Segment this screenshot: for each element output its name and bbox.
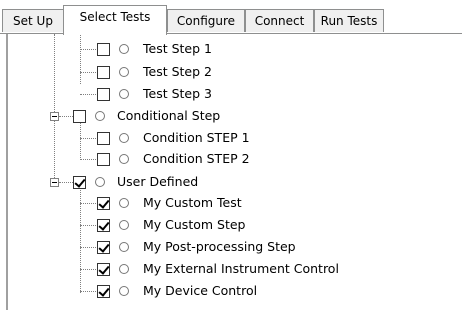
checkbox-icon[interactable] — [97, 263, 110, 276]
radio-icon[interactable] — [119, 264, 129, 274]
checkbox-icon[interactable] — [97, 88, 110, 101]
radio-icon[interactable] — [119, 89, 129, 99]
radio-icon[interactable] — [119, 133, 129, 143]
checkbox-icon[interactable] — [97, 66, 110, 79]
tree-line — [80, 247, 96, 248]
checkbox-icon[interactable] — [73, 110, 86, 123]
radio-icon[interactable] — [95, 177, 105, 187]
tree-item-label[interactable]: My Custom Test — [143, 195, 242, 210]
tree-item-label[interactable]: Test Step 1 — [143, 41, 212, 56]
checkbox-icon[interactable] — [73, 176, 86, 189]
radio-icon[interactable] — [119, 198, 129, 208]
tree-line — [80, 49, 96, 50]
radio-icon[interactable] — [119, 154, 129, 164]
test-tree: Test Step 1 Test Step 2 Test Step 3 Cond… — [0, 34, 462, 310]
tree-item-label[interactable]: Test Step 3 — [143, 86, 212, 101]
tab-select-tests[interactable]: Select Tests — [63, 5, 167, 35]
tab-connect[interactable]: Connect — [245, 9, 314, 32]
tree-item-label[interactable]: User Defined — [117, 174, 198, 189]
checkbox-icon[interactable] — [97, 153, 110, 166]
radio-icon[interactable] — [119, 67, 129, 77]
tree-item-label[interactable]: Condition STEP 2 — [143, 151, 250, 166]
tab-strip: Set Up Select Tests Configure Connect Ru… — [0, 0, 462, 35]
tab-set-up[interactable]: Set Up — [2, 9, 64, 32]
tree-line — [54, 34, 55, 182]
checkbox-icon[interactable] — [97, 285, 110, 298]
checkbox-icon[interactable] — [97, 132, 110, 145]
select-tests-panel: Test Step 1 Test Step 2 Test Step 3 Cond… — [0, 34, 462, 310]
radio-icon[interactable] — [95, 111, 105, 121]
tree-item-label[interactable]: My Post-processing Step — [143, 239, 296, 254]
tree-item-label[interactable]: Conditional Step — [117, 108, 220, 123]
tab-configure[interactable]: Configure — [167, 9, 245, 32]
tree-item-label[interactable]: My External Instrument Control — [143, 261, 339, 276]
checkbox-icon[interactable] — [97, 43, 110, 56]
tree-item-label[interactable]: My Device Control — [143, 283, 257, 298]
radio-icon[interactable] — [119, 242, 129, 252]
tree-line — [59, 116, 73, 117]
tree-line — [59, 182, 73, 183]
tree-line — [80, 190, 81, 293]
tree-line — [80, 269, 96, 270]
collapse-icon[interactable] — [50, 178, 59, 187]
tree-item-label[interactable]: My Custom Step — [143, 217, 245, 232]
tree-line — [80, 34, 81, 84]
tab-run-tests[interactable]: Run Tests — [314, 9, 384, 32]
tree-line — [80, 72, 96, 73]
radio-icon[interactable] — [119, 220, 129, 230]
collapse-icon[interactable] — [50, 112, 59, 121]
checkbox-icon[interactable] — [97, 241, 110, 254]
radio-icon[interactable] — [119, 44, 129, 54]
tree-line — [80, 291, 96, 292]
tree-item-label[interactable]: Condition STEP 1 — [143, 130, 250, 145]
tree-line — [80, 225, 96, 226]
radio-icon[interactable] — [119, 286, 129, 296]
tree-line — [80, 203, 96, 204]
tree-line — [80, 120, 81, 160]
tree-line — [80, 138, 96, 139]
tree-line — [80, 159, 96, 160]
tree-item-label[interactable]: Test Step 2 — [143, 64, 212, 79]
tree-line — [80, 94, 96, 95]
checkbox-icon[interactable] — [97, 197, 110, 210]
checkbox-icon[interactable] — [97, 219, 110, 232]
